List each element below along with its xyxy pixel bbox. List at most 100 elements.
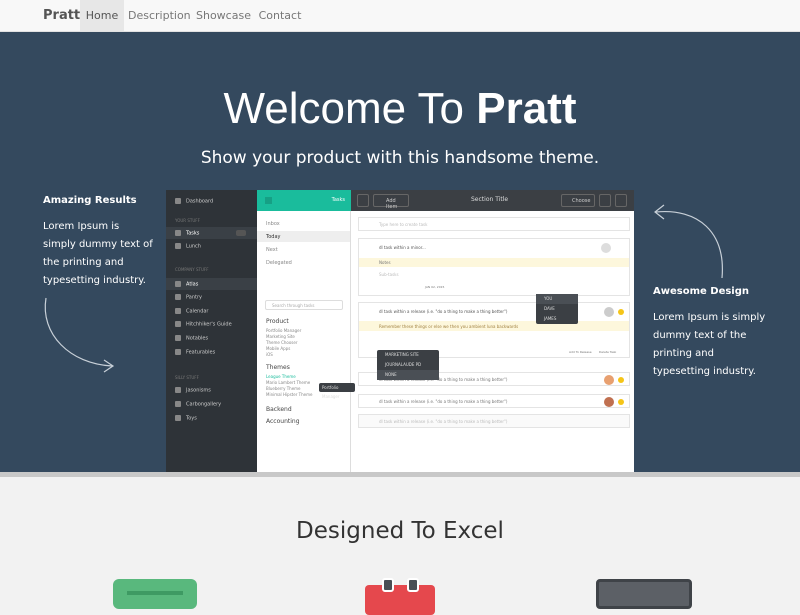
inbox-icon (113, 579, 197, 609)
map-icon (175, 281, 181, 287)
section-title: Section Title (471, 196, 509, 203)
choose-button: Choose (561, 194, 595, 207)
note-icon (175, 335, 181, 341)
task-row: dl task within a release (i.e. "do a thi… (358, 414, 630, 428)
feature-title: Amazing Results (43, 195, 137, 206)
sidebar-guide: Hitchhiker's Guide (175, 321, 232, 328)
sidebar-pantry: Pantry (175, 294, 202, 301)
app-screenshot-mockup: Dashboard YOUR STUFF Tasks Lunch COMPANY… (166, 190, 634, 472)
list-subitem: Blueberry Theme (266, 386, 301, 391)
settings-icon (357, 194, 369, 207)
sidebar-atlas: Atlas (175, 281, 198, 288)
assignee-dropdown: YOU DAVE JAMES (536, 294, 578, 324)
list-subitem: iOS (266, 352, 273, 357)
mockup-toolbar: Add Item Section Title Choose (351, 190, 634, 211)
list-subitem: Minimal Hipster Theme (266, 392, 313, 397)
list-subitem: Mobile Apps (266, 346, 291, 351)
mockup-sidebar: Dashboard YOUR STUFF Tasks Lunch COMPANY… (166, 190, 257, 472)
sidebar-jasonisms: Jasonisms (175, 387, 211, 394)
sidebar-toys: Toys (175, 415, 197, 422)
task-text: dl task within a release (i.e. "do a thi… (379, 399, 508, 404)
feature-amazing-results: Amazing Results Lorem Ipsum is simply du… (43, 192, 153, 290)
tasks-count-badge (236, 230, 246, 236)
curved-arrow-icon (44, 297, 115, 373)
list-product: Product (266, 318, 289, 325)
sidebar-dashboard: Dashboard (175, 198, 213, 205)
task-search-input: Search through tasks (265, 300, 343, 310)
sidebar-notables: Notables (175, 335, 208, 342)
list-delegated: Delegated (266, 260, 292, 266)
nav-contact[interactable]: Contact (257, 0, 303, 31)
nav-home[interactable]: Home (80, 0, 124, 31)
task-text: dl task within a release (i.e. "do a thi… (379, 419, 508, 424)
dropdown-option: DAVE (544, 306, 555, 311)
brand-logo[interactable]: Pratt (43, 8, 80, 23)
avatar (604, 397, 614, 407)
list-subitem: Marketing Site (266, 334, 295, 339)
subtasks-label: Sub-tasks (379, 272, 399, 277)
hero-subtitle: Show your product with this handsome the… (200, 148, 600, 168)
task-card-expanded: dl task within a minor... Notes Sub-task… (358, 238, 630, 296)
hero-divider (0, 472, 800, 477)
task-text: dl task within a release (i.e. "do a thi… (379, 309, 508, 314)
nav-showcase[interactable]: Showcase (196, 0, 251, 31)
section-title: Designed To Excel (296, 518, 504, 544)
sidebar-carbongallery: Carbongallery (175, 401, 221, 408)
grid-icon (175, 243, 181, 249)
project-dropdown: MARKETING SITE JOURNALAUDE PD NONE (377, 350, 439, 380)
dropdown-option: JAMES (544, 316, 557, 321)
list-next: Next (266, 247, 278, 253)
add-to-release: Add To Release (569, 350, 592, 354)
list-subitem: League Theme (266, 374, 296, 379)
person-icon (175, 387, 181, 393)
gear-icon (599, 194, 611, 207)
task-date: JAN 02, 2015 (425, 285, 445, 289)
mockup-task-lists: Tasks Inbox Today Next Delegated Search … (257, 190, 355, 472)
dropdown-option: MARKETING SITE (385, 352, 419, 357)
dashboard-icon (175, 198, 181, 204)
task-row: dl task within a release (i.e. "do a thi… (358, 394, 630, 408)
curved-arrow-icon (654, 204, 723, 279)
feature-text: Lorem Ipsum is simply dummy text of the … (653, 312, 766, 377)
list-themes: Themes (266, 364, 290, 371)
toy-icon (175, 415, 181, 421)
calendar-icon (175, 308, 181, 314)
avatar (601, 243, 611, 253)
task-text: dl task within a minor... (379, 245, 426, 250)
top-navbar: Pratt Home Description Showcase Contact (0, 0, 800, 32)
task-list-title: Tasks (331, 197, 345, 203)
hero-title: Welcome To Pratt (223, 84, 577, 133)
new-task-input: Type here to create task (358, 217, 630, 231)
list-accounting: Accounting (266, 418, 300, 425)
delete-task: Delete Task (599, 350, 617, 354)
list-subitem: Theme Chooser (266, 340, 298, 345)
sidebar-calendar: Calendar (175, 308, 208, 315)
calendar-ring-icon (382, 578, 394, 592)
note-row (359, 258, 629, 267)
sidebar-tasks: Tasks (175, 230, 199, 237)
star-icon (618, 309, 624, 315)
image-icon (175, 401, 181, 407)
exit-icon (615, 194, 627, 207)
task-note: Remember these things or else we then yo… (379, 324, 519, 329)
search-placeholder: Search through tasks (272, 303, 315, 308)
task-list-header: Tasks (257, 190, 351, 211)
list-today: Today (266, 234, 281, 240)
list-subitem: Portfolio Manager (266, 328, 302, 333)
nav-description[interactable]: Description (128, 0, 191, 31)
list-backend: Backend (266, 406, 292, 413)
cup-icon (175, 294, 181, 300)
list-inbox: Inbox (266, 221, 280, 227)
feature-title: Awesome Design (653, 286, 750, 297)
notes-label: Notes (379, 260, 391, 265)
dropdown-option: NONE (377, 370, 439, 380)
drag-tooltip: Portfolio Manager (319, 383, 355, 399)
monitor-icon (596, 579, 692, 609)
sidebar-featurables: Featurables (175, 349, 215, 356)
list-subitem: Mario Lambert Theme (266, 380, 311, 385)
trophy-icon (175, 349, 181, 355)
feature-awesome-design: Awesome Design Lorem Ipsum is simply dum… (653, 283, 768, 381)
sidebar-lunch: Lunch (175, 243, 201, 250)
book-icon (175, 321, 181, 327)
feature-text: Lorem Ipsum is simply dummy text of the … (43, 221, 153, 286)
